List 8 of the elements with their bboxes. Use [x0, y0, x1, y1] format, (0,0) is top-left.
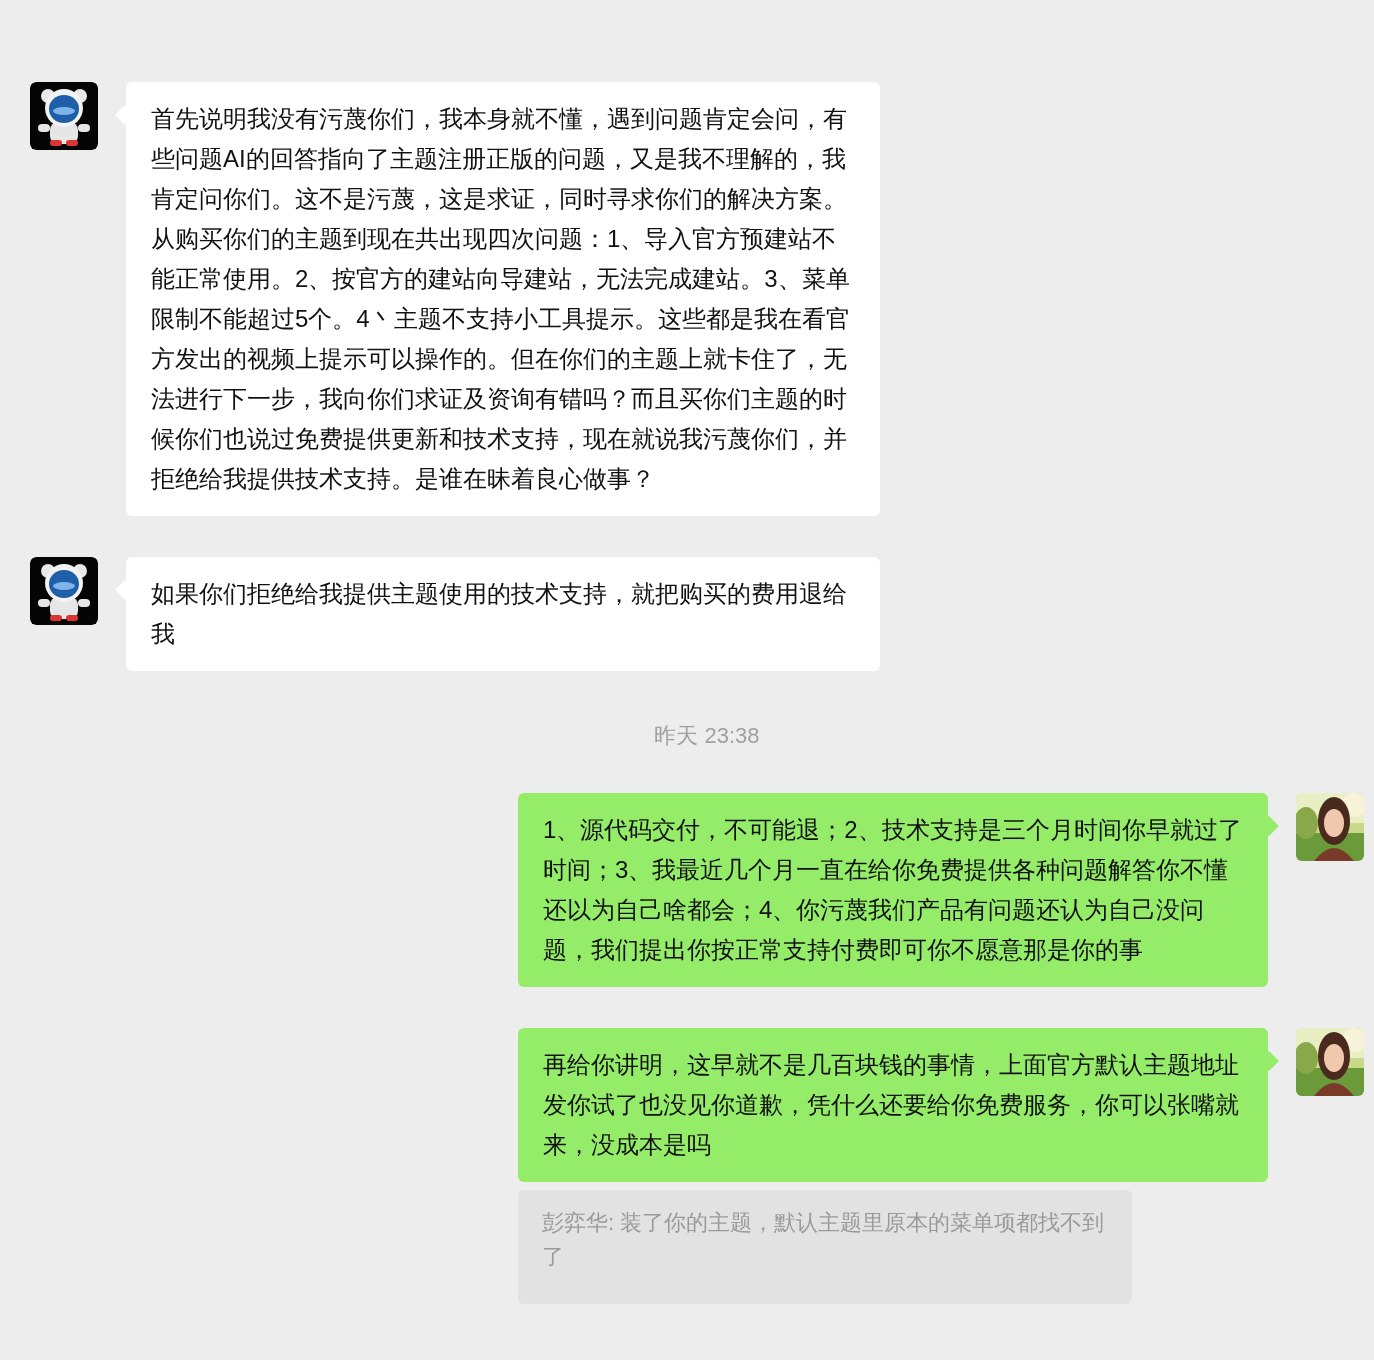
astronaut-avatar [30, 557, 98, 625]
message-bubble: 1、源代码交付，不可能退；2、技术支持是三个月时间你早就过了时间；3、我最近几个月一直在给你免费提供各种问题解答你不懂还以为自己啥都会；4、你污蔑我们产品有问题还认为自己没问题，我们提出你按正常支持付费即可你不愿意那是你的事 [518, 793, 1268, 987]
astronaut-avatar [30, 82, 98, 150]
quoted-message: 彭弈华: 装了你的主题，默认主题里原本的菜单项都找不到了 [518, 1190, 1132, 1304]
message-bubble: 再给你讲明，这早就不是几百块钱的事情，上面官方默认主题地址发你试了也没见你道歉，凭什么还要给你免费服务，你可以张嘴就来，没成本是吗 [518, 1028, 1268, 1182]
timestamp: 昨天 23:38 [654, 723, 760, 749]
message-bubble: 首先说明我没有污蔑你们，我本身就不懂，遇到问题肯定会问，有些问题AI的回答指向了主题注册正版的问题，又是我不理解的，我肯定问你们。这不是污蔑，这是求证，同时寻求你们的解决方案。从购买你们的主题到现在共出现四次问题：1、导入官方预建站不能正常使用。2、按官方的建站向导建站，无法完成建站。3、菜单限制不能超过5个。4丶主题不支持小工具提示。这些都是我在看官方发出的视频上提示可以操作的。但在你们的主题上就卡住了，无法进行下一步，我向你们求证及资询有错吗？而且买你们主题的时候你们也说过免费提供更新和技术支持，现在就说我污蔑你们，并拒绝给我提供技术支持。是谁在昧着良心做事？ [126, 82, 880, 516]
message-bubble: 如果你们拒绝给我提供主题使用的技术支持，就把购买的费用退给我 [126, 557, 880, 671]
